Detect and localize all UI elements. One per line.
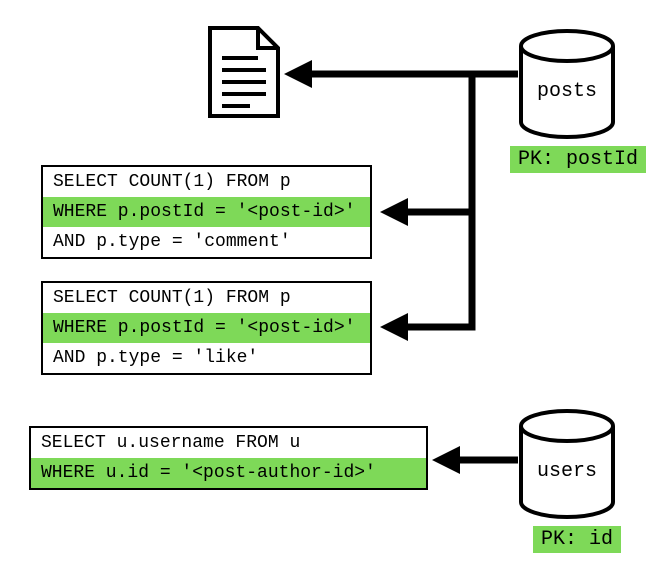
query-line: SELECT u.username FROM u [31,428,426,458]
document-icon [210,28,278,116]
posts-db-label: posts [521,80,613,103]
query-line: AND p.type = 'comment' [43,227,370,257]
users-pk-badge: PK: id [533,526,621,553]
query-box-likes: SELECT COUNT(1) FROM p WHERE p.postId = … [41,281,372,375]
query-line: SELECT COUNT(1) FROM p [43,167,370,197]
users-db-label: users [521,460,613,483]
query-box-comments: SELECT COUNT(1) FROM p WHERE p.postId = … [41,165,372,259]
query-line: AND p.type = 'like' [43,343,370,373]
diagram-canvas: posts PK: postId users PK: id SELECT COU… [0,0,659,573]
query-line: SELECT COUNT(1) FROM p [43,283,370,313]
query-line-highlight: WHERE p.postId = '<post-id>' [43,197,370,227]
query-line-highlight: WHERE p.postId = '<post-id>' [43,313,370,343]
query-line-highlight: WHERE u.id = '<post-author-id>' [31,458,426,488]
posts-pk-badge: PK: postId [510,146,646,173]
arrows [284,60,518,474]
query-box-username: SELECT u.username FROM u WHERE u.id = '<… [29,426,428,490]
